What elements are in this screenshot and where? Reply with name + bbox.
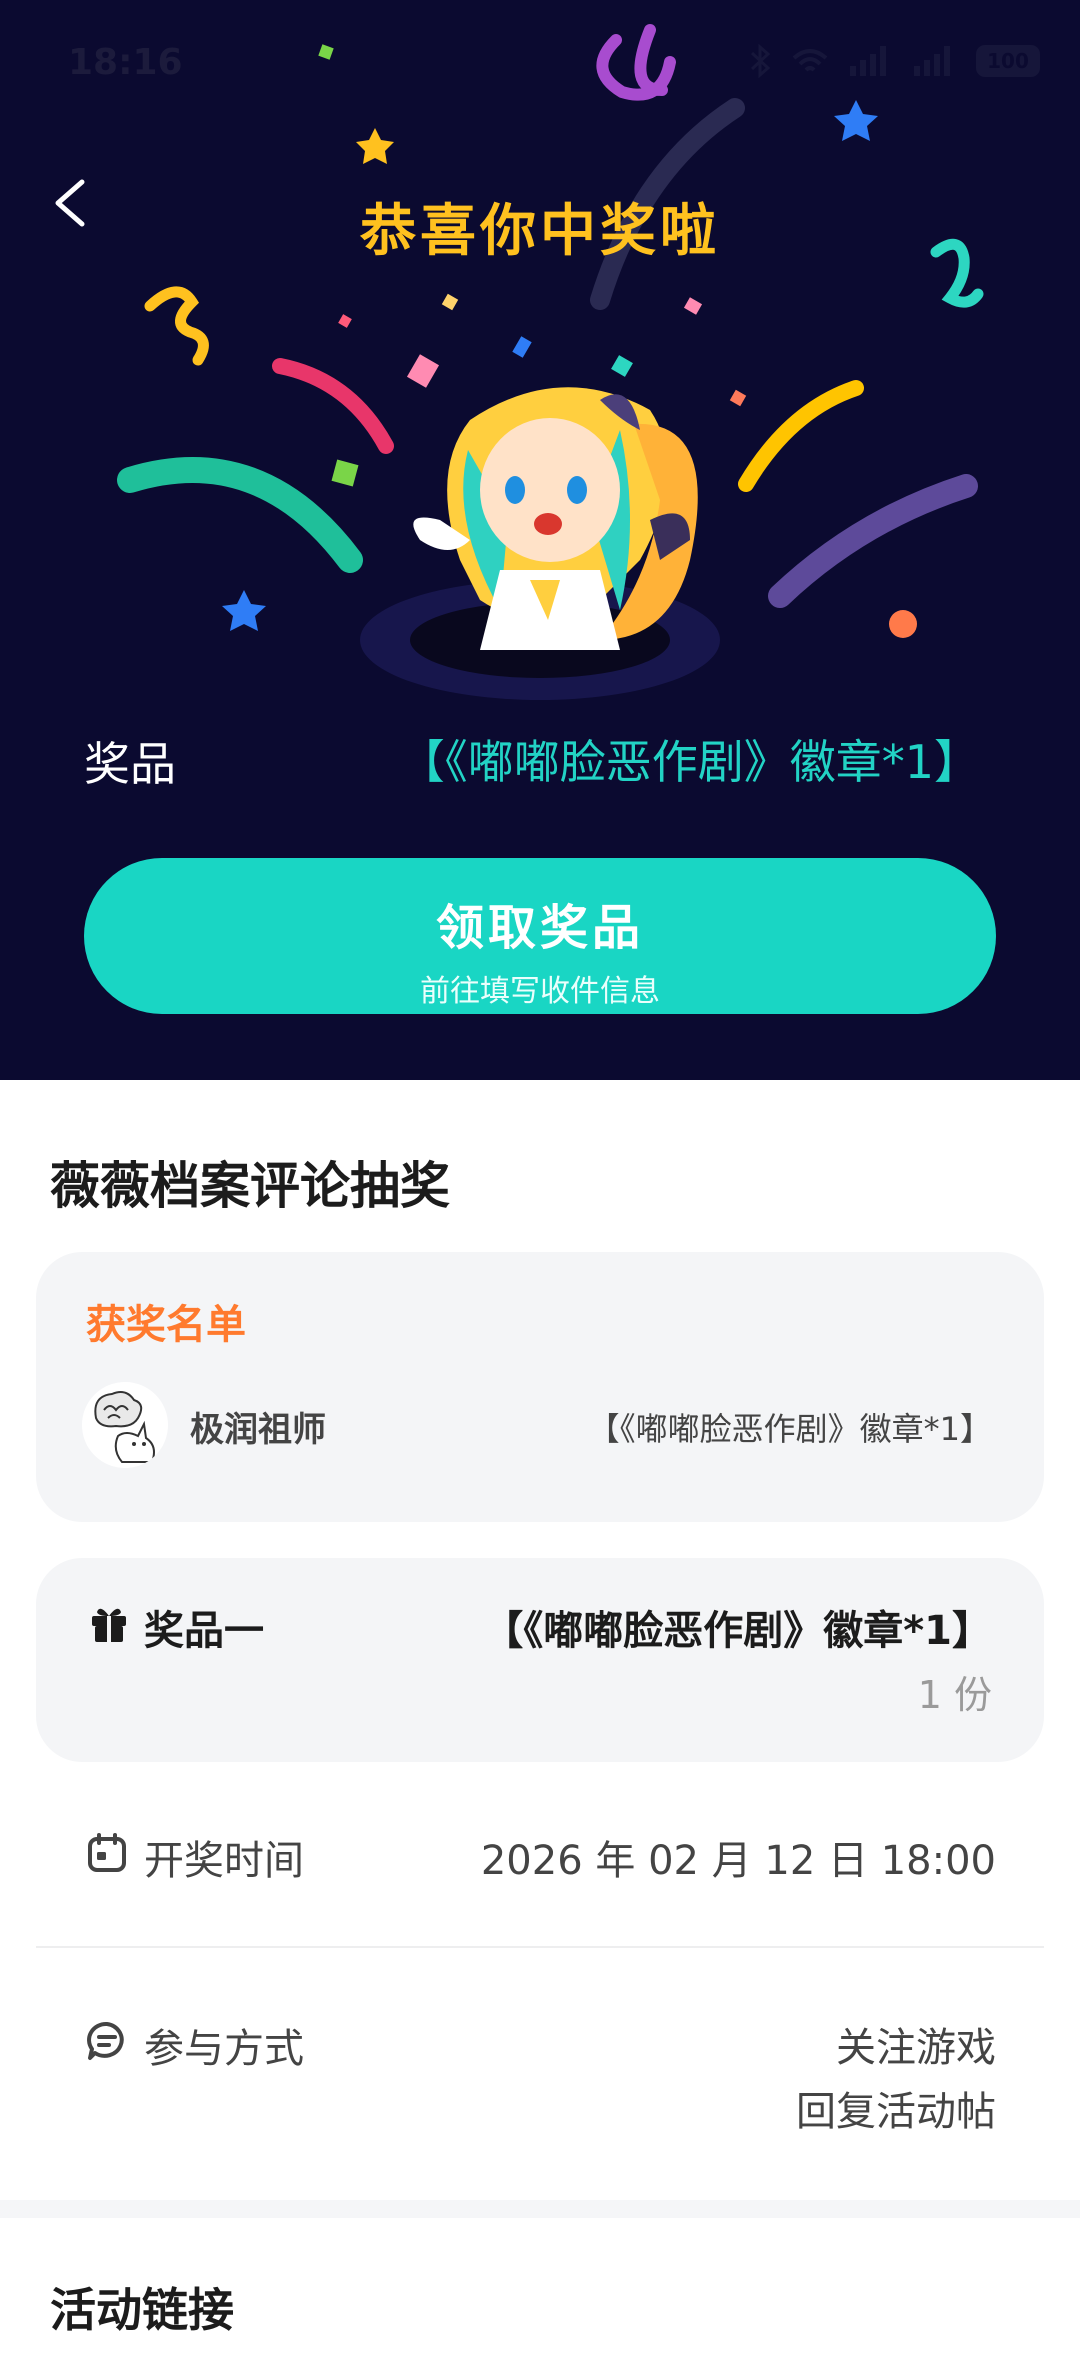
divider xyxy=(36,1946,1044,1948)
winners-card: 获奖名单 极润祖师 【《嘟嘟脸恶作剧》徽章*1】 xyxy=(36,1252,1044,1522)
participation-method: 回复活动帖 xyxy=(796,2089,996,2135)
winner-name[interactable]: 极润祖师 xyxy=(190,1402,326,1451)
winners-title: 获奖名单 xyxy=(86,1302,246,1348)
calendar-icon xyxy=(88,1833,126,1872)
links-title: 活动链接 xyxy=(50,2283,234,2337)
participation-methods: 关注游戏 回复活动帖 xyxy=(796,2016,996,2144)
prize-tier-quantity: 1 份 xyxy=(917,1673,992,1717)
links-section: 活动链接 xyxy=(0,2218,1080,2375)
chat-bubble-icon xyxy=(87,2021,124,2060)
draw-time-value: 2026 年 02 月 12 日 18:00 xyxy=(480,1838,996,1884)
claim-prize-button[interactable]: 领取奖品 前往填写收件信息 xyxy=(84,858,996,1014)
prize-tier-label: 奖品一 xyxy=(144,1608,264,1654)
participation-method: 关注游戏 xyxy=(836,2025,996,2071)
participation-label: 参与方式 xyxy=(144,2026,304,2072)
claim-button-label: 领取奖品 xyxy=(435,900,644,956)
status-bar: 18:16 100 xyxy=(0,0,1080,130)
signal-icon-1 xyxy=(850,46,886,76)
gift-icon xyxy=(92,1608,126,1642)
event-details: 薇薇档案评论抽奖 获奖名单 极润祖师 【《嘟嘟脸恶作剧》徽章*1】 奖品一 【《… xyxy=(0,1080,1080,2200)
wifi-icon xyxy=(792,49,828,72)
status-time: 18:16 xyxy=(68,42,183,83)
avatar-cat-brain-icon xyxy=(82,1382,168,1468)
avatar[interactable] xyxy=(82,1382,168,1468)
event-title: 薇薇档案评论抽奖 xyxy=(50,1157,450,1215)
signal-icon-2 xyxy=(914,46,950,76)
bluetooth-icon xyxy=(750,44,771,78)
claim-button-sublabel: 前往填写收件信息 xyxy=(420,974,660,1009)
prize-label: 奖品 xyxy=(84,737,176,791)
prize-value: 【《嘟嘟脸恶作剧》徽章*1】 xyxy=(398,735,980,789)
winner-prize: 【《嘟嘟脸恶作剧》徽章*1】 xyxy=(587,1410,992,1448)
page-title: 恭喜你中奖啦 xyxy=(360,199,720,264)
prize-tier-card: 奖品一 【《嘟嘟脸恶作剧》徽章*1】 1 份 xyxy=(36,1558,1044,1762)
section-gap xyxy=(0,2200,1080,2218)
hero-banner: 18:16 100 恭喜你中奖啦 奖品 【《嘟嘟脸恶作剧》徽章*1】 领取奖品 … xyxy=(0,0,1080,1080)
status-icons: 100 xyxy=(750,44,1040,78)
battery-icon: 100 xyxy=(976,45,1040,77)
draw-time-label: 开奖时间 xyxy=(144,1838,304,1884)
prize-tier-value: 【《嘟嘟脸恶作剧》徽章*1】 xyxy=(483,1608,992,1654)
